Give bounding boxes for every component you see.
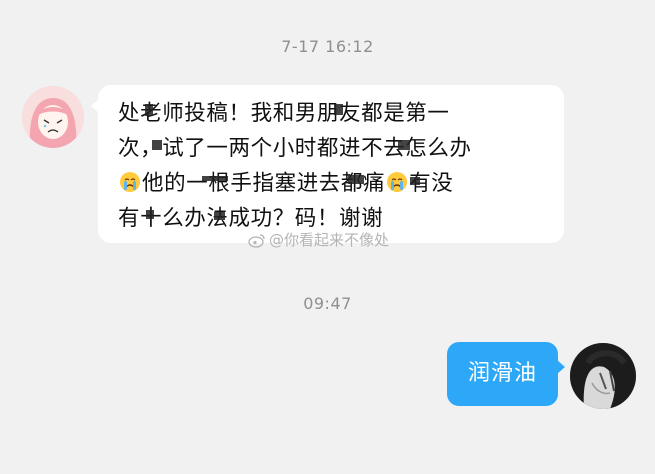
censor-mark: [214, 212, 225, 220]
censor-mark: [145, 104, 153, 116]
outgoing-message-bubble[interactable]: 润滑油: [447, 342, 565, 406]
crying-face-emoji-icon: [120, 172, 140, 192]
timestamp-first: 7-17 16:12: [281, 37, 374, 56]
censor-mark: [348, 175, 364, 184]
sender-avatar[interactable]: [22, 86, 84, 148]
censor-mark: [146, 210, 154, 219]
timestamp-second: 09:47: [303, 294, 352, 313]
weibo-watermark: @你看起来不像处: [248, 229, 389, 250]
watermark-text: @你看起来不像处: [269, 231, 390, 249]
censor-mark: [398, 140, 410, 150]
censor-mark: [152, 140, 162, 150]
message-line-2: 次，试了一两个小时都进不去怎么办: [118, 136, 472, 161]
censor-mark: [334, 104, 343, 115]
incoming-message-bubble[interactable]: 处老师投稿！我和男朋友都是第一 次，试了一两个小时都进不去怎么办 他的一根手指塞…: [91, 85, 564, 243]
message-line-3: 他的一根手指塞进去都痛 有没: [118, 166, 550, 201]
pink-crying-girl-avatar-icon: [22, 86, 84, 148]
censor-mark: [410, 177, 420, 185]
censor-mark: [202, 176, 228, 181]
dark-hair-avatar-icon: [570, 343, 636, 409]
crying-face-emoji-icon: [387, 172, 408, 192]
weibo-icon: [248, 234, 265, 248]
own-avatar[interactable]: [570, 343, 636, 409]
